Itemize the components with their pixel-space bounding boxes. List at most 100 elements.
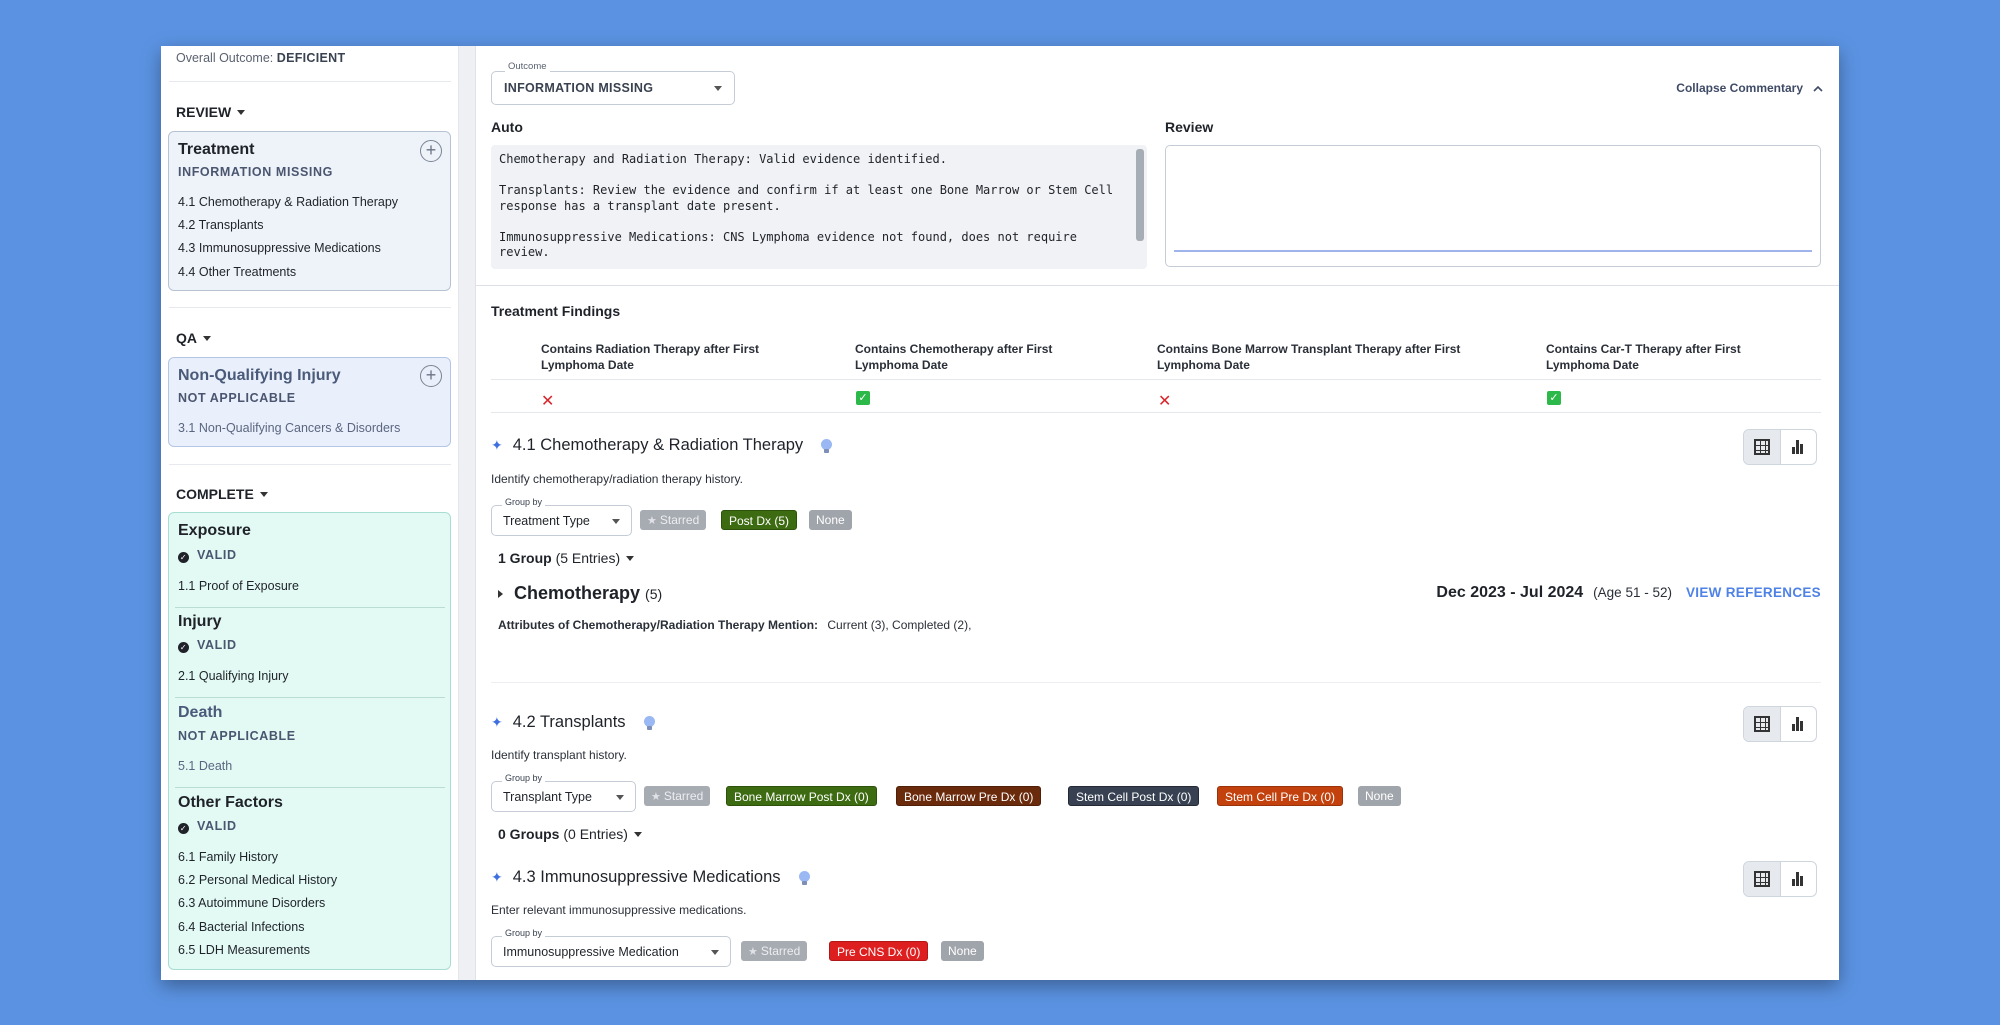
sidebar-item-immunosuppressive[interactable]: 4.3 Immunosuppressive Medications — [178, 241, 381, 255]
main-panel: INFORMATION MISSING Outcome Collapse Com… — [475, 46, 1839, 980]
group-count: 1 Group — [498, 550, 552, 566]
group-count: 0 Groups — [498, 826, 560, 842]
sidebar-item-transplants[interactable]: 4.2 Transplants — [178, 218, 263, 232]
lightbulb-icon[interactable] — [643, 715, 655, 730]
filter-chip-stem-cell-post-dx[interactable]: Stem Cell Post Dx (0) — [1068, 786, 1200, 806]
non-qualifying-card-title: Non-Qualifying Injury — [178, 367, 341, 384]
view-references-link[interactable]: VIEW REFERENCES — [1686, 585, 1821, 600]
divider — [169, 464, 451, 465]
filter-chip-stem-cell-pre-dx[interactable]: Stem Cell Pre Dx (0) — [1217, 786, 1344, 806]
sidebar-item-ldh-measurements[interactable]: 6.5 LDH Measurements — [178, 943, 310, 957]
exposure-status: ✓ VALID — [178, 548, 237, 563]
collapse-commentary-button[interactable]: Collapse Commentary — [1676, 81, 1823, 95]
section-4-3-header: ✦ 4.3 Immunosuppressive Medications — [491, 868, 810, 887]
section-4-3-description: Enter relevant immunosuppressive medicat… — [491, 903, 747, 917]
treatment-card[interactable]: Treatment + INFORMATION MISSING 4.1 Chem… — [168, 131, 451, 291]
group-count-toggle[interactable]: 1 Group (5 Entries) — [498, 550, 635, 566]
outcome-select[interactable]: INFORMATION MISSING — [491, 71, 735, 105]
chevron-down-icon — [616, 795, 624, 800]
group-by-label: Group by — [502, 773, 546, 783]
sparkle-icon: ✦ — [491, 714, 503, 730]
add-icon[interactable]: + — [420, 140, 442, 162]
overall-outcome: Overall Outcome: DEFICIENT — [176, 51, 345, 65]
section-4-1-header: ✦ 4.1 Chemotherapy & Radiation Therapy — [491, 436, 833, 455]
bar-chart-icon — [1791, 717, 1805, 731]
caret-down-icon — [237, 109, 246, 115]
filter-chip-bone-marrow-post-dx[interactable]: Bone Marrow Post Dx (0) — [726, 786, 877, 806]
attributes-row: Attributes of Chemotherapy/Radiation The… — [498, 618, 971, 632]
view-toggle — [1743, 706, 1817, 742]
exposure-title: Exposure — [178, 522, 251, 539]
divider — [175, 787, 445, 788]
sidebar-item-family-history[interactable]: 6.1 Family History — [178, 850, 278, 864]
chart-view-button[interactable] — [1781, 707, 1817, 741]
add-icon[interactable]: + — [420, 365, 442, 387]
death-title: Death — [178, 704, 223, 721]
lightbulb-icon[interactable] — [821, 438, 833, 453]
filter-chip-none[interactable]: None — [809, 510, 852, 530]
scrollbar[interactable] — [1136, 149, 1144, 241]
divider — [175, 697, 445, 698]
expand-arrow-icon[interactable] — [498, 590, 503, 598]
qa-section-toggle[interactable]: QA — [176, 330, 211, 346]
filter-chip-none[interactable]: None — [1358, 786, 1401, 806]
input-underline — [1174, 250, 1812, 252]
sidebar-item-proof-of-exposure[interactable]: 1.1 Proof of Exposure — [178, 579, 299, 593]
chart-view-button[interactable] — [1781, 430, 1817, 464]
chevron-down-icon — [714, 86, 722, 91]
collapse-commentary-label: Collapse Commentary — [1676, 81, 1803, 95]
sidebar-item-chemo-radiation[interactable]: 4.1 Chemotherapy & Radiation Therapy — [178, 195, 398, 209]
death-status: NOT APPLICABLE — [178, 729, 296, 743]
filter-chip-bone-marrow-pre-dx[interactable]: Bone Marrow Pre Dx (0) — [896, 786, 1042, 806]
group-by-select[interactable]: Transplant Type — [491, 781, 636, 812]
group-by-value: Transplant Type — [503, 790, 592, 804]
other-factors-status: ✓ VALID — [178, 819, 237, 834]
sidebar-item-bacterial-infections[interactable]: 6.4 Bacterial Infections — [178, 920, 304, 934]
chart-view-button[interactable] — [1781, 862, 1817, 896]
injury-status: ✓ VALID — [178, 638, 237, 653]
group-count-toggle[interactable]: 0 Groups (0 Entries) — [498, 826, 642, 842]
section-4-1-description: Identify chemotherapy/radiation therapy … — [491, 472, 743, 486]
date-range: Dec 2023 - Jul 2024 — [1436, 584, 1584, 601]
section-4-2-description: Identify transplant history. — [491, 748, 627, 762]
sidebar-item-qualifying-injury[interactable]: 2.1 Qualifying Injury — [178, 669, 288, 683]
other-factors-title: Other Factors — [178, 794, 283, 811]
overall-outcome-label: Overall Outcome: — [176, 51, 274, 65]
age-range: (Age 51 - 52) — [1593, 585, 1672, 600]
filter-chip-starred[interactable]: Starred — [640, 510, 707, 530]
caret-down-icon — [633, 831, 642, 837]
sidebar-item-personal-medical-history[interactable]: 6.2 Personal Medical History — [178, 873, 337, 887]
chemotherapy-group-row[interactable]: Chemotherapy (5) Dec 2023 - Jul 2024 (Ag… — [491, 582, 1821, 606]
review-section-toggle[interactable]: REVIEW — [176, 104, 246, 120]
filter-chip-pre-cns-dx[interactable]: Pre CNS Dx (0) — [829, 941, 929, 961]
auto-commentary-label: Auto — [491, 119, 523, 135]
attributes-label: Attributes of Chemotherapy/Radiation The… — [498, 618, 819, 632]
sidebar-item-death[interactable]: 5.1 Death — [178, 759, 232, 773]
group-by-value: Immunosuppressive Medication — [503, 945, 679, 959]
review-commentary-label: Review — [1165, 119, 1214, 135]
filter-chip-post-dx[interactable]: Post Dx (5) — [721, 510, 798, 530]
group-by-select[interactable]: Treatment Type — [491, 505, 632, 536]
sidebar-item-other-treatments[interactable]: 4.4 Other Treatments — [178, 265, 296, 279]
table-icon — [1753, 871, 1770, 887]
table-view-button[interactable] — [1744, 862, 1781, 896]
review-commentary-input[interactable] — [1165, 145, 1821, 267]
app-window: Overall Outcome: DEFICIENT REVIEW Treatm… — [161, 46, 1839, 980]
view-toggle — [1743, 429, 1817, 465]
sidebar-item-autoimmune-disorders[interactable]: 6.3 Autoimmune Disorders — [178, 896, 325, 910]
section-4-2-title: 4.2 Transplants — [512, 713, 626, 731]
finding-header-chemotherapy: Contains Chemotherapy after First Lympho… — [855, 342, 1053, 372]
filter-chip-starred[interactable]: Starred — [741, 941, 808, 961]
sidebar-item-non-qualifying-cancers[interactable]: 3.1 Non-Qualifying Cancers & Disorders — [178, 421, 400, 435]
group-by-select[interactable]: Immunosuppressive Medication — [491, 936, 731, 967]
table-view-button[interactable] — [1744, 430, 1781, 464]
caret-down-icon — [259, 491, 268, 497]
filter-chip-starred[interactable]: Starred — [644, 786, 711, 806]
divider — [491, 682, 1821, 683]
table-view-button[interactable] — [1744, 707, 1781, 741]
complete-section-toggle[interactable]: COMPLETE — [176, 486, 268, 502]
filter-chip-none[interactable]: None — [941, 941, 984, 961]
lightbulb-icon[interactable] — [798, 870, 810, 885]
section-4-1-title: 4.1 Chemotherapy & Radiation Therapy — [512, 436, 804, 454]
non-qualifying-injury-card[interactable]: Non-Qualifying Injury + NOT APPLICABLE 3… — [168, 357, 451, 447]
